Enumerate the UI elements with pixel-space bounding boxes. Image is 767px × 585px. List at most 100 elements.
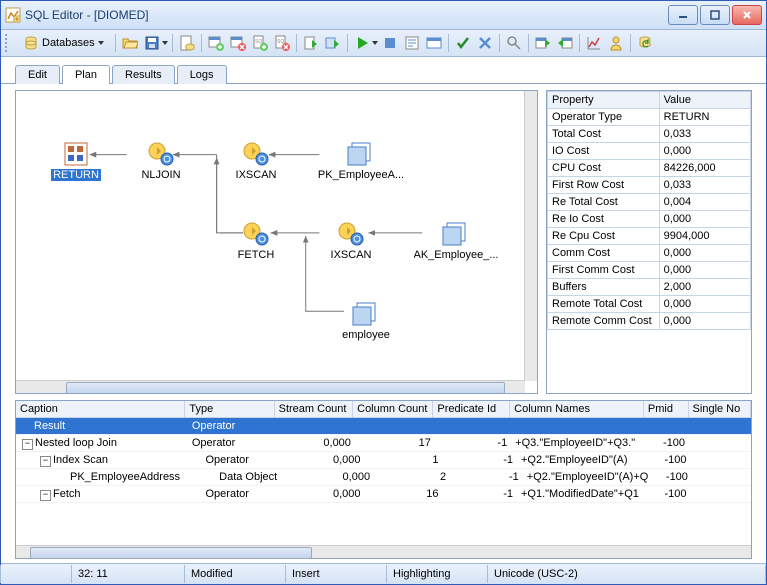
- grid-header[interactable]: Predicate Id: [433, 401, 510, 417]
- stop-icon[interactable]: [380, 33, 400, 53]
- new-window-icon[interactable]: [424, 33, 444, 53]
- prop-key: CPU Cost: [548, 160, 660, 177]
- prop-key: Comm Cost: [548, 245, 660, 262]
- status-modified: Modified: [184, 565, 286, 583]
- status-insert: Insert: [285, 565, 387, 583]
- properties-panel: PropertyValue Operator TypeRETURNTotal C…: [546, 90, 752, 394]
- status-empty: [0, 565, 72, 583]
- prop-value: 9904,000: [659, 228, 750, 245]
- table-row[interactable]: −Nested loop JoinOperator0,00017-1+Q3."E…: [16, 435, 751, 452]
- canvas-horizontal-scrollbar[interactable]: [16, 380, 525, 393]
- chevron-down-icon: [98, 41, 104, 45]
- sql-delete-icon[interactable]: SQL: [272, 33, 292, 53]
- import-table-icon[interactable]: [555, 33, 575, 53]
- table-row[interactable]: ResultOperator: [16, 418, 751, 435]
- grid-header[interactable]: Column Names: [510, 401, 644, 417]
- save-icon[interactable]: [142, 33, 162, 53]
- prop-key: Remote Total Cost: [548, 296, 660, 313]
- plan-node-label: NLJOIN: [141, 169, 180, 181]
- plan-canvas[interactable]: RETURN NLJOIN IXSCAN PK_EmployeeA...: [15, 90, 538, 394]
- plan-node-ixscan2[interactable]: IXSCAN: [311, 221, 391, 261]
- prop-value: RETURN: [659, 109, 750, 126]
- search-icon[interactable]: [504, 33, 524, 53]
- props-header-property[interactable]: Property: [548, 92, 660, 109]
- plan-node-return[interactable]: RETURN: [36, 141, 116, 181]
- tab-edit[interactable]: Edit: [15, 65, 60, 84]
- grid-header[interactable]: Column Count: [353, 401, 433, 417]
- sql-add-icon[interactable]: SQL: [250, 33, 270, 53]
- app-icon: [5, 7, 21, 23]
- prop-value: 0,000: [659, 143, 750, 160]
- save-dropdown-icon[interactable]: [162, 41, 168, 45]
- table-delete-icon[interactable]: [228, 33, 248, 53]
- grid-header[interactable]: Caption: [16, 401, 185, 417]
- tab-logs[interactable]: Logs: [177, 65, 227, 84]
- rollback-icon[interactable]: [475, 33, 495, 53]
- prop-key: Re Cpu Cost: [548, 228, 660, 245]
- plan-node-label: IXSCAN: [331, 249, 372, 261]
- table-add-icon[interactable]: [206, 33, 226, 53]
- prop-value: 0,000: [659, 296, 750, 313]
- close-button[interactable]: [732, 5, 762, 25]
- plan-node-label: FETCH: [238, 249, 275, 261]
- statusbar: 32: 11 Modified Insert Highlighting Unic…: [1, 563, 766, 584]
- explain-plan-icon[interactable]: [402, 33, 422, 53]
- sql-script-icon[interactable]: [177, 33, 197, 53]
- grid-header[interactable]: Pmid: [644, 401, 689, 417]
- table-row[interactable]: −FetchOperator0,00016-1+Q1."ModifiedDate…: [16, 486, 751, 503]
- run-dropdown-icon[interactable]: [372, 41, 378, 45]
- prop-key: Remote Comm Cost: [548, 313, 660, 330]
- grid-horizontal-scrollbar[interactable]: [16, 545, 751, 558]
- plan-node-label: employee: [342, 329, 390, 341]
- user-icon[interactable]: [606, 33, 626, 53]
- minimize-button[interactable]: [668, 5, 698, 25]
- databases-dropdown[interactable]: Databases: [16, 32, 111, 54]
- prop-value: 0,004: [659, 194, 750, 211]
- plan-node-pk-employee[interactable]: PK_EmployeeA...: [321, 141, 401, 181]
- status-encoding: Unicode (USC-2): [487, 565, 766, 583]
- commit-icon[interactable]: [453, 33, 473, 53]
- prop-value: 0,000: [659, 313, 750, 330]
- run-icon[interactable]: [352, 33, 372, 53]
- status-highlighting: Highlighting: [386, 565, 488, 583]
- tab-plan[interactable]: Plan: [62, 65, 110, 84]
- prop-value: 0,000: [659, 262, 750, 279]
- prop-key: Total Cost: [548, 126, 660, 143]
- plan-grid: CaptionTypeStream CountColumn CountPredi…: [15, 400, 752, 559]
- plan-node-label: IXSCAN: [236, 169, 277, 181]
- grid-header[interactable]: Type: [185, 401, 274, 417]
- tabstrip: Edit Plan Results Logs: [1, 61, 766, 84]
- open-icon[interactable]: [120, 33, 140, 53]
- plan-node-ak-employee[interactable]: AK_Employee_...: [416, 221, 496, 261]
- execute-selection-icon[interactable]: [323, 33, 343, 53]
- chart-icon[interactable]: [584, 33, 604, 53]
- grid-header[interactable]: Single No: [689, 401, 751, 417]
- props-header-value[interactable]: Value: [659, 92, 750, 109]
- plan-node-label: AK_Employee_...: [414, 249, 499, 261]
- prop-key: Buffers: [548, 279, 660, 296]
- tree-toggle-icon[interactable]: −: [40, 456, 51, 467]
- tree-toggle-icon[interactable]: −: [40, 490, 51, 501]
- plan-node-ixscan1[interactable]: IXSCAN: [216, 141, 296, 181]
- plan-node-nljoin[interactable]: NLJOIN: [121, 141, 201, 181]
- tree-toggle-icon[interactable]: −: [22, 439, 33, 450]
- toolbar-grip[interactable]: [5, 34, 12, 52]
- plan-node-employee[interactable]: employee: [326, 301, 406, 341]
- export-table-icon[interactable]: [533, 33, 553, 53]
- prop-key: Operator Type: [548, 109, 660, 126]
- table-row[interactable]: −Index ScanOperator0,0001-1+Q2."Employee…: [16, 452, 751, 469]
- titlebar: SQL Editor - [DIOMED]: [1, 1, 766, 30]
- execute-to-file-icon[interactable]: [301, 33, 321, 53]
- maximize-button[interactable]: [700, 5, 730, 25]
- canvas-vertical-scrollbar[interactable]: [524, 91, 537, 381]
- db-refresh-icon[interactable]: [635, 33, 655, 53]
- database-icon: [23, 35, 39, 51]
- plan-node-fetch[interactable]: FETCH: [216, 221, 296, 261]
- tab-results[interactable]: Results: [112, 65, 175, 84]
- prop-key: First Row Cost: [548, 177, 660, 194]
- table-row[interactable]: PK_EmployeeAddressData Object0,0002-1+Q2…: [16, 469, 751, 486]
- prop-value: 0,000: [659, 211, 750, 228]
- prop-key: First Comm Cost: [548, 262, 660, 279]
- grid-header[interactable]: Stream Count: [275, 401, 354, 417]
- prop-value: 84226,000: [659, 160, 750, 177]
